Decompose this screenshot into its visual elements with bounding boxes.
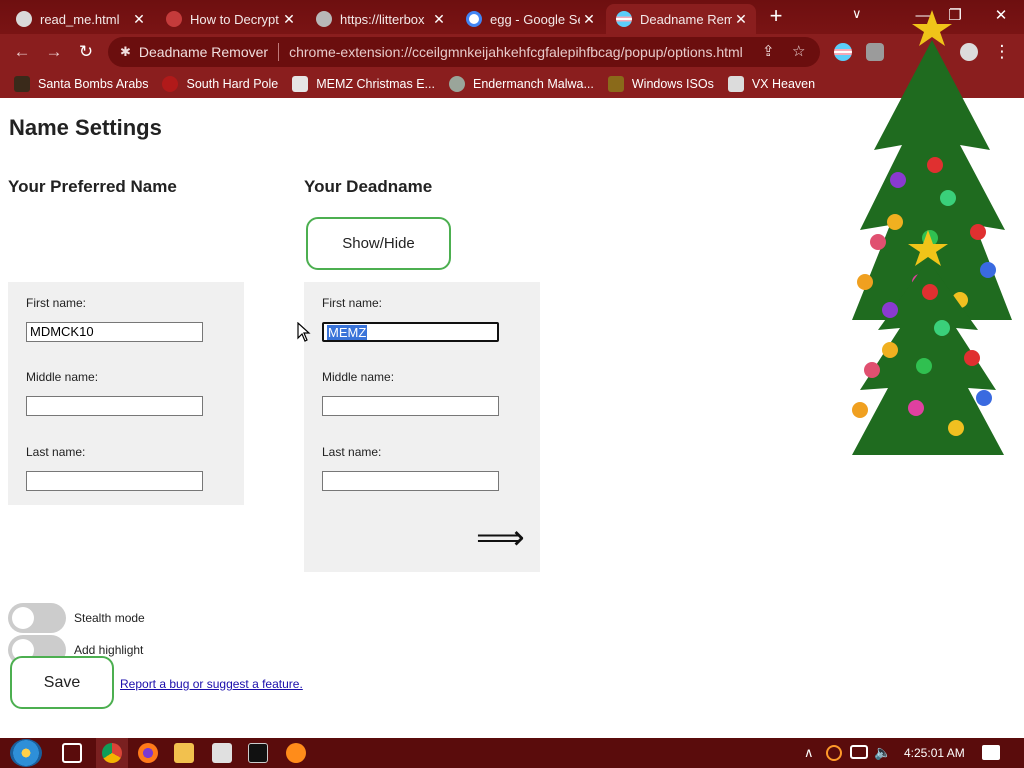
tab-litterbox[interactable]: https://litterbox ✕ <box>306 4 454 34</box>
start-button-icon[interactable] <box>10 739 42 767</box>
deadname-first-name-input[interactable]: MEMZ <box>322 322 499 342</box>
christmas-tree-icon <box>852 230 1004 455</box>
bookmark-icon <box>292 76 309 92</box>
bookmark-endermanch-malware[interactable]: Endermanch Malwa... <box>448 76 594 92</box>
selected-text: MEMZ <box>327 325 368 340</box>
forward-button[interactable]: → <box>42 40 66 64</box>
tab-deadname-remover[interactable]: Deadname Remover ✕ <box>606 4 756 34</box>
close-tab-icon[interactable]: ✕ <box>580 11 598 28</box>
trans-flag-icon <box>616 11 632 27</box>
close-tab-icon[interactable]: ✕ <box>430 11 448 28</box>
preferred-middle-label: Middle name: <box>26 370 99 384</box>
report-bug-link[interactable]: Report a bug or suggest a feature. <box>120 677 303 691</box>
url-text[interactable]: chrome-extension://cceilgmnkeijahkehfcgf… <box>289 44 743 60</box>
address-bar[interactable]: ✱ Deadname Remover chrome-extension://cc… <box>108 37 820 67</box>
bookmark-label: South Hard Pole <box>186 77 279 91</box>
preferred-last-name-input[interactable] <box>26 471 203 491</box>
page-title: Name Settings <box>9 115 162 140</box>
task-view-icon[interactable] <box>62 743 82 763</box>
page-icon <box>316 11 332 27</box>
extension-name: Deadname Remover <box>138 44 269 60</box>
deadname-heading: Your Deadname <box>304 177 433 196</box>
preferred-first-label: First name: <box>26 296 87 310</box>
share-icon[interactable]: ⇪ <box>762 42 775 60</box>
options-page: Name Settings Your Preferred Name Your D… <box>0 10 1024 738</box>
bookmark-vx-heaven[interactable]: VX Heaven <box>727 76 816 92</box>
search-tool-icon[interactable] <box>286 743 306 763</box>
preferred-name-panel: First name: MDMCK10 Middle name: Last na… <box>8 282 244 505</box>
stealth-mode-toggle[interactable] <box>8 603 66 633</box>
reload-button[interactable]: ↻ <box>74 40 98 64</box>
deadname-middle-name-input[interactable] <box>322 396 499 416</box>
deadname-last-label: Last name: <box>322 445 382 459</box>
close-tab-icon[interactable]: ✕ <box>732 11 750 28</box>
bookmark-label: Endermanch Malwa... <box>472 77 594 91</box>
tab-how-to-decrypt[interactable]: How to Decrypt ✕ <box>156 4 304 34</box>
bookmark-windows-isos[interactable]: Windows ISOs <box>607 76 714 92</box>
bookmark-label: Windows ISOs <box>631 77 714 91</box>
clock[interactable]: 4:25:01 AM <box>904 746 965 760</box>
mouse-cursor-icon <box>297 322 311 342</box>
bookmark-icon <box>607 76 624 92</box>
tab-title: read_me.html <box>40 11 120 27</box>
tab-google-search[interactable]: egg - Google Search ✕ <box>456 4 604 34</box>
preferred-middle-name-input[interactable] <box>26 396 203 416</box>
bookmark-south-hard-pole[interactable]: South Hard Pole <box>162 76 278 92</box>
app-icon[interactable] <box>212 743 232 763</box>
bookmark-icon <box>14 76 30 92</box>
stealth-mode-row: Stealth mode <box>8 603 145 633</box>
new-tab-button[interactable]: + <box>764 5 788 29</box>
show-hide-button[interactable]: Show/Hide <box>306 217 451 270</box>
google-icon <box>466 11 482 27</box>
command-prompt-icon[interactable] <box>248 743 268 763</box>
add-deadname-arrow-icon[interactable]: ⟹ <box>476 518 525 558</box>
bookmark-icon <box>448 76 465 92</box>
bookmark-santa-bombs-arabs[interactable]: Santa Bombs Arabs <box>14 76 148 92</box>
add-highlight-label: Add highlight <box>74 643 144 657</box>
bookmark-label: MEMZ Christmas E... <box>316 77 435 91</box>
close-tab-icon[interactable]: ✕ <box>280 11 298 28</box>
chrome-icon[interactable] <box>102 743 122 763</box>
save-button[interactable]: Save <box>10 656 114 709</box>
bookmark-label: VX Heaven <box>751 77 816 91</box>
stealth-mode-label: Stealth mode <box>74 611 145 625</box>
volume-icon[interactable]: 🔈 <box>874 744 891 761</box>
bookmark-icon <box>162 76 179 92</box>
deadname-last-name-input[interactable] <box>322 471 499 491</box>
windows-taskbar: ∧ 🔈 4:25:01 AM <box>0 738 1024 768</box>
bookmark-icon <box>727 76 744 92</box>
preferred-name-heading: Your Preferred Name <box>8 177 177 196</box>
toggle-knob <box>12 607 34 629</box>
file-explorer-icon[interactable] <box>174 743 194 763</box>
bookmark-star-icon[interactable]: ☆ <box>792 42 805 60</box>
tab-title: How to Decrypt <box>190 11 279 27</box>
network-icon[interactable] <box>850 745 868 759</box>
page-icon <box>166 11 182 27</box>
deadname-middle-label: Middle name: <box>322 370 395 384</box>
tab-title: https://litterbox <box>340 11 425 27</box>
bookmark-label: Santa Bombs Arabs <box>38 77 149 91</box>
notifications-icon[interactable] <box>982 745 1000 760</box>
preferred-last-label: Last name: <box>26 445 86 459</box>
tray-expand-icon[interactable]: ∧ <box>804 745 814 761</box>
tab-title: Deadname Remover <box>640 11 732 27</box>
tray-app-icon[interactable] <box>826 745 842 761</box>
bookmark-memz-christmas[interactable]: MEMZ Christmas E... <box>292 76 435 92</box>
puzzle-icon: ✱ <box>120 44 131 59</box>
deadname-first-label: First name: <box>322 296 383 310</box>
firefox-icon[interactable] <box>138 743 158 763</box>
file-icon <box>16 11 32 27</box>
close-tab-icon[interactable]: ✕ <box>130 11 148 28</box>
tab-title: egg - Google Search <box>490 11 580 27</box>
divider <box>278 43 280 61</box>
preferred-first-name-input[interactable]: MDMCK10 <box>26 322 203 342</box>
tab-read-me[interactable]: read_me.html ✕ <box>6 4 154 34</box>
back-button[interactable]: ← <box>10 40 34 64</box>
